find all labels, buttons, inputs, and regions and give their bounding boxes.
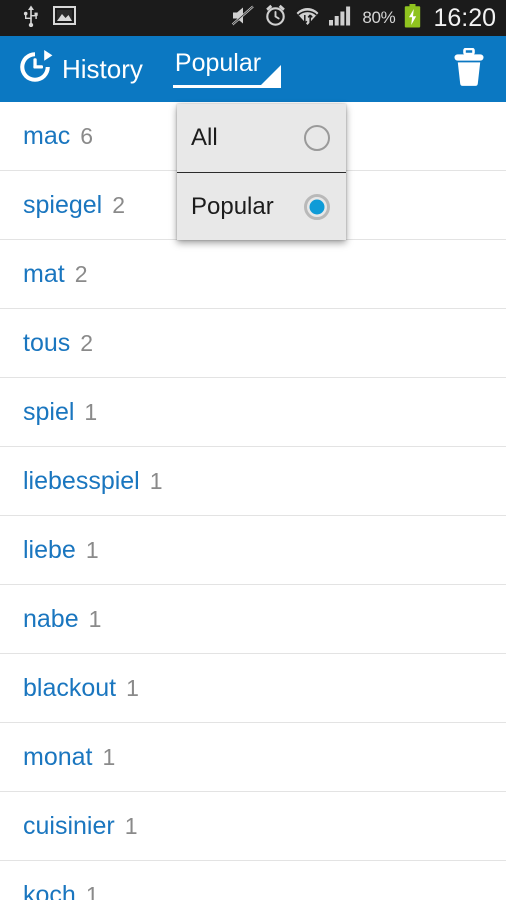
- list-item-count: 1: [88, 605, 102, 632]
- list-item-term: nabe: [23, 604, 79, 633]
- list-item-count: 2: [112, 191, 126, 218]
- dropdown-option-label: All: [191, 124, 218, 151]
- list-item-term: spiel: [23, 397, 75, 426]
- list-item-count: 2: [74, 260, 88, 287]
- list-item[interactable]: nabe 1: [0, 585, 506, 654]
- list-item-count: 1: [85, 881, 99, 900]
- action-bar: History Popular: [0, 36, 506, 102]
- list-item-term: blackout: [23, 673, 117, 702]
- list-item[interactable]: blackout 1: [0, 654, 506, 723]
- list-item[interactable]: koch 1: [0, 861, 506, 900]
- list-item-count: 1: [85, 536, 99, 563]
- radio-unchecked-icon[interactable]: [304, 125, 330, 151]
- page-title: History: [62, 54, 143, 84]
- history-restore-icon: [14, 47, 58, 92]
- dropdown-caret-icon: [260, 64, 281, 85]
- status-bar-left-icons: [22, 5, 76, 32]
- list-item-term: koch: [23, 880, 76, 900]
- list-item-count: 2: [80, 329, 94, 356]
- list-item-term: mac: [23, 121, 71, 150]
- app-root: 80% 16:20 History Popular mac 6 spiegel …: [0, 0, 506, 900]
- status-bar: 80% 16:20: [0, 0, 506, 36]
- list-item-count: 1: [102, 743, 116, 770]
- trash-icon: [452, 47, 486, 91]
- list-item[interactable]: liebesspiel 1: [0, 447, 506, 516]
- clear-history-button[interactable]: [448, 44, 490, 95]
- battery-percent-label: 80%: [362, 8, 396, 27]
- list-item[interactable]: tous 2: [0, 309, 506, 378]
- mute-icon: [231, 5, 255, 31]
- wifi-data-transfer-icon: [295, 5, 320, 32]
- list-item-count: 1: [84, 398, 98, 425]
- list-item[interactable]: cuisinier 1: [0, 792, 506, 861]
- list-item-term: liebe: [23, 535, 76, 564]
- image-icon: [53, 6, 76, 30]
- clock-label: 16:20: [433, 3, 496, 32]
- list-item-term: mat: [23, 259, 65, 288]
- list-item[interactable]: liebe 1: [0, 516, 506, 585]
- app-home-button[interactable]: History: [14, 47, 143, 92]
- dropdown-option-label: Popular: [191, 192, 274, 220]
- list-item-term: cuisinier: [23, 811, 115, 840]
- signal-bars-icon: [328, 5, 353, 31]
- list-item-count: 1: [126, 674, 139, 701]
- dropdown-option-popular[interactable]: Popular: [177, 172, 346, 240]
- alarm-clock-icon: [264, 4, 287, 32]
- list-item-term: liebesspiel: [23, 466, 140, 495]
- list-item[interactable]: monat 1: [0, 723, 506, 792]
- spinner-underline: [172, 84, 281, 88]
- filter-dropdown-menu[interactable]: All Popular: [177, 104, 346, 240]
- list-item-term: monat: [23, 742, 93, 771]
- list-item[interactable]: mat 2: [0, 240, 506, 309]
- list-item-count: 1: [124, 812, 138, 839]
- dropdown-option-all[interactable]: All: [177, 104, 346, 172]
- list-item-count: 1: [149, 467, 163, 494]
- list-item-term: tous: [23, 328, 71, 357]
- list-item-term: spiegel: [23, 190, 103, 219]
- status-bar-right-icons: 80% 16:20: [231, 3, 496, 33]
- filter-spinner[interactable]: Popular: [172, 50, 281, 88]
- battery-charging-icon: [404, 3, 421, 33]
- list-item[interactable]: spiel 1: [0, 378, 506, 447]
- usb-icon: [22, 5, 40, 32]
- list-item-count: 6: [80, 122, 94, 149]
- radio-checked-icon[interactable]: [304, 193, 330, 220]
